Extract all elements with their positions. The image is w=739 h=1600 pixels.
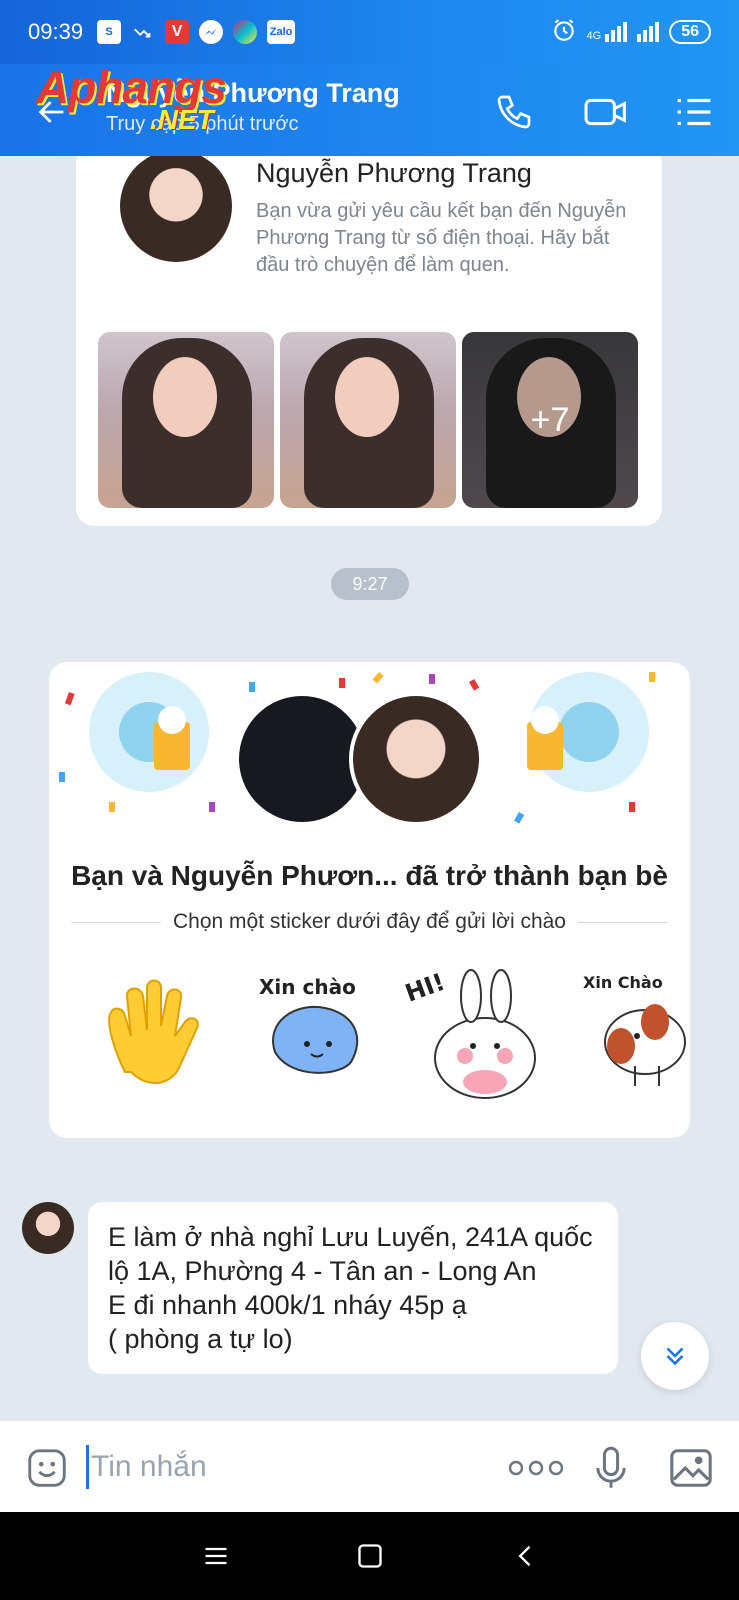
divider — [578, 921, 668, 923]
friend-card-subtitle-row: Chọn một sticker dưới đây để gửi lời chà… — [71, 910, 668, 934]
menu-icon — [205, 1547, 227, 1565]
sticker-label: Xin Chào — [583, 973, 663, 992]
hi-bunny-sticker[interactable]: HI! — [401, 962, 545, 1102]
sticker-row: Xin chào HI! Xin Chào — [49, 962, 690, 1112]
chevron-left-icon — [518, 1545, 531, 1567]
alarm-icon — [551, 17, 577, 48]
more-horizontal-icon — [508, 1460, 564, 1476]
scroll-to-bottom-button[interactable] — [641, 1322, 709, 1390]
friend-card-subtitle: Chọn một sticker dưới đây để gửi lời chà… — [173, 910, 566, 933]
video-call-button[interactable] — [578, 84, 634, 140]
xin-chao-cat-sticker[interactable]: Xin chào — [245, 962, 385, 1102]
microphone-icon — [596, 1446, 626, 1488]
message-line: E làm ở nhà nghỉ Lưu Luyến, 241A quốc lộ… — [108, 1222, 593, 1286]
message-bubble[interactable]: E làm ở nhà nghỉ Lưu Luyến, 241A quốc lộ… — [88, 1202, 618, 1374]
message-line: E đi nhanh 400k/1 nháy 45p ạ — [108, 1290, 467, 1320]
menu-button[interactable] — [666, 84, 722, 140]
zalo-icon: Zalo — [267, 20, 296, 44]
profile-photo-1[interactable] — [98, 332, 274, 508]
image-button[interactable] — [666, 1443, 716, 1493]
friend-avatar[interactable] — [349, 692, 483, 826]
network-type: 4G — [586, 30, 602, 42]
status-time: 09:39 — [28, 19, 84, 44]
recents-button[interactable] — [196, 1536, 236, 1576]
profile-name: Nguyễn Phương Trang — [256, 158, 532, 188]
list-menu-icon — [677, 98, 711, 126]
sticker-label: HI! — [405, 968, 449, 1008]
voice-call-button[interactable] — [486, 84, 542, 140]
divider — [71, 921, 161, 923]
sticker-label: Xin chào — [259, 975, 356, 999]
profile-description: Bạn vừa gửi yêu cầu kết bạn đến Nguyễn P… — [256, 200, 627, 276]
sender-avatar[interactable] — [22, 1202, 74, 1254]
battery-indicator: 56 — [669, 20, 711, 44]
chat-area[interactable]: Nguyễn Phương Trang Bạn vừa gửi yêu cầu … — [0, 156, 739, 1420]
system-nav-bar — [0, 1512, 739, 1600]
sim-icon: S — [97, 20, 122, 44]
v-app-icon: V — [165, 20, 190, 44]
picsart-icon — [233, 20, 258, 44]
message-input[interactable]: Tin nhắn — [86, 1445, 486, 1489]
emoji-button[interactable] — [22, 1443, 72, 1493]
double-chevron-down-icon — [666, 1347, 684, 1366]
phone-icon — [497, 95, 531, 129]
profile-card: Nguyễn Phương Trang Bạn vừa gửi yêu cầu … — [76, 156, 662, 526]
more-photos-count: +7 — [462, 332, 638, 508]
signal-4g-icon: 4G — [587, 22, 628, 42]
voice-message-button[interactable] — [586, 1443, 636, 1493]
wave-hand-sticker[interactable] — [85, 962, 225, 1102]
chat-header: Nguyễn Phương Trang Truy cập 5 phút trướ… — [0, 61, 739, 156]
profile-photo-more[interactable]: +7 — [462, 332, 638, 508]
nav-back-button[interactable] — [506, 1536, 546, 1576]
messenger-icon — [199, 20, 224, 44]
image-icon — [670, 1449, 712, 1487]
message-line: ( phòng a tự lo) — [108, 1324, 293, 1354]
video-camera-icon — [584, 98, 626, 126]
missed-call-icon — [131, 20, 155, 44]
signal-icon — [637, 22, 660, 42]
status-bar: 09:39 S V Zalo 4G 56 — [0, 0, 739, 64]
timestamp-pill: 9:27 — [331, 568, 409, 600]
profile-avatar[interactable] — [120, 156, 232, 262]
sticker-emoji-icon — [28, 1449, 66, 1487]
home-square-icon — [358, 1544, 382, 1568]
more-options-button[interactable] — [508, 1443, 564, 1493]
friend-card-title: Bạn và Nguyễn Phươn... đã trở thành bạn … — [71, 860, 668, 891]
new-friend-card: Bạn và Nguyễn Phươn... đã trở thành bạn … — [49, 662, 690, 1138]
message-composer: Tin nhắn — [0, 1420, 739, 1512]
xin-chao-dog-sticker[interactable]: Xin Chào — [575, 962, 690, 1102]
home-button[interactable] — [350, 1536, 390, 1576]
watermark-suffix: .NET — [150, 104, 214, 135]
profile-photo-2[interactable] — [280, 332, 456, 508]
